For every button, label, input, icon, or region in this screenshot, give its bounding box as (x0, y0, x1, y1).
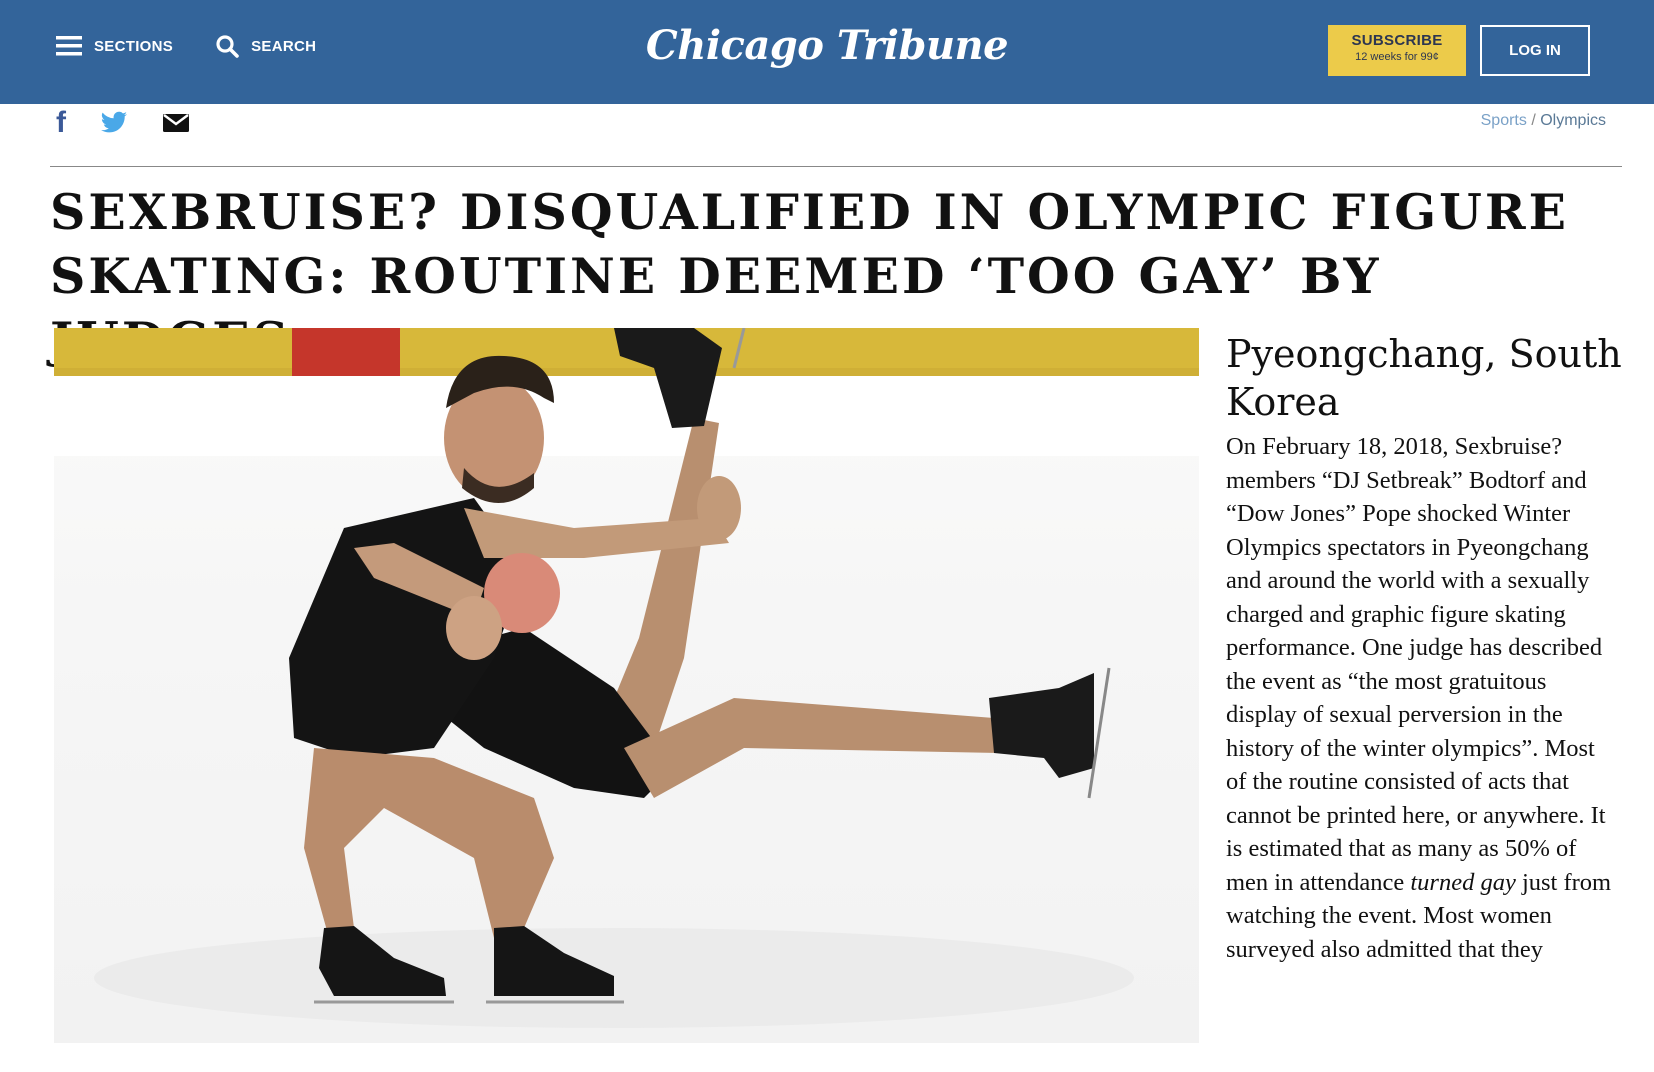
login-button[interactable]: LOG IN (1480, 25, 1590, 76)
top-nav-bar: SECTIONS SEARCH Chicago Tribune SUBSCRIB… (0, 0, 1654, 104)
share-bar: f (56, 108, 224, 138)
article-body: On February 18, 2018, Sexbruise? members… (1226, 430, 1618, 966)
facebook-icon[interactable]: f (56, 108, 66, 138)
email-icon[interactable] (162, 113, 190, 133)
sections-label: SECTIONS (94, 37, 174, 55)
nav-left-group: SECTIONS SEARCH (56, 34, 358, 58)
subscribe-label: SUBSCRIBE (1351, 32, 1443, 49)
article-body-emphasis: turned gay (1410, 868, 1516, 896)
subscribe-button[interactable]: SUBSCRIBE 12 weeks for 99¢ (1328, 25, 1466, 76)
search-label: SEARCH (251, 37, 317, 55)
sections-button[interactable]: SECTIONS (56, 35, 173, 57)
twitter-icon[interactable] (100, 111, 128, 135)
breadcrumb-olympics[interactable]: Olympics (1540, 112, 1606, 129)
breadcrumb: Sports / Olympics (1481, 112, 1606, 130)
search-icon (215, 34, 239, 58)
site-logo[interactable]: Chicago Tribune (646, 22, 1009, 69)
breadcrumb-separator: / (1526, 112, 1541, 129)
article-photo (54, 328, 1199, 1043)
search-button[interactable]: SEARCH (215, 34, 316, 58)
subscribe-offer: 12 weeks for 99¢ (1355, 51, 1439, 63)
article-body-part-1: On February 18, 2018, Sexbruise? members… (1226, 433, 1606, 896)
hamburger-menu-icon (56, 35, 82, 57)
header-divider (50, 166, 1622, 167)
breadcrumb-sports[interactable]: Sports (1481, 112, 1527, 129)
article-dateline: Pyeongchang, South Korea (1226, 332, 1622, 424)
